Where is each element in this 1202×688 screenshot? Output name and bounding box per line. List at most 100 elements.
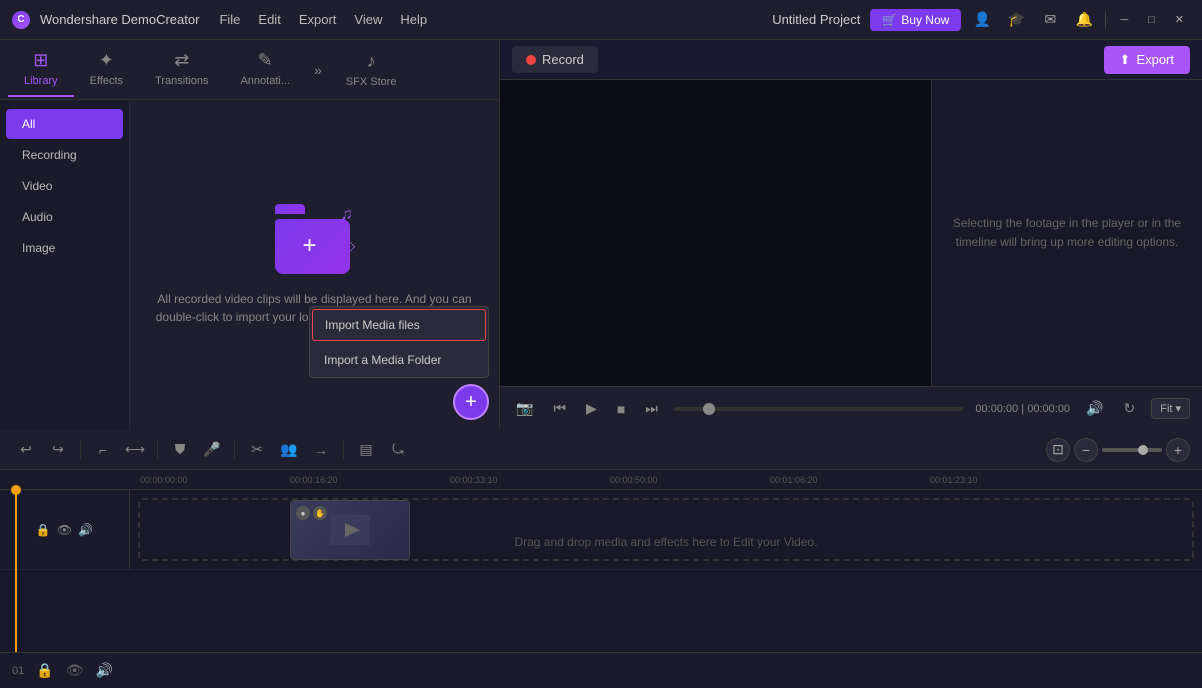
import-files-option[interactable]: Import Media files	[312, 309, 486, 341]
drag-drop-message: Drag and drop media and effects here to …	[130, 535, 1202, 549]
camera-button[interactable]: 📷	[512, 398, 537, 419]
ruler-mark-5: 00:01:23:10	[930, 475, 978, 485]
record-dot-icon	[526, 55, 536, 65]
timeline-ruler: 00:00:00:00 00:00:16:20 00:00:33:10 00:0…	[0, 470, 1202, 490]
toolbar-sep-2	[157, 441, 158, 459]
menu-file[interactable]: File	[219, 12, 240, 27]
player-controls: 📷 ⏮ ▶ ■ ⏭ 00:00:00 | 00:00:00 🔊 ↻ Fit ▾	[500, 386, 1202, 430]
media-area: ♪ 🏷 + ♫ All recorded video clips will be…	[130, 100, 499, 430]
undo-button[interactable]: ↩	[12, 436, 40, 464]
menu-edit[interactable]: Edit	[258, 12, 280, 27]
toolbar: ↩ ↪ ⌐ ⟷ ⛊ 🎤 ✂ 👥 → ▤ ⤿ ⊡ − +	[0, 430, 1202, 470]
menu-help[interactable]: Help	[400, 12, 427, 27]
play-button[interactable]: ▶	[582, 398, 601, 419]
sidebar-item-image[interactable]: Image	[6, 233, 123, 263]
crop-button[interactable]: ⌐	[89, 436, 117, 464]
ruler-mark-4: 00:01:06:20	[770, 475, 818, 485]
import-plus-button[interactable]: +	[453, 384, 489, 420]
eye-icon: 👁	[57, 523, 72, 537]
tab-bar: ⊞ Library ✦ Effects ⇄ Transitions ✎ Anno…	[0, 40, 499, 100]
mic-button[interactable]: 🎤	[198, 436, 226, 464]
media-folder-icon: ♪ 🏷 + ♫	[275, 204, 355, 274]
sidebar: All Recording Video Audio Image	[0, 100, 130, 430]
volume-bottom-icon[interactable]: 🔊	[95, 662, 112, 679]
fit-dropdown-button[interactable]: Fit ▾	[1151, 398, 1190, 419]
arrow-button[interactable]: →	[307, 436, 335, 464]
sidebar-item-audio[interactable]: Audio	[6, 202, 123, 232]
sfx-icon: ♪	[367, 51, 376, 72]
clip-icons: ● ✋	[296, 506, 327, 520]
zoom-slider[interactable]	[1102, 448, 1162, 452]
volume-icon: 🔊	[78, 523, 93, 537]
grid-button[interactable]: ▤	[352, 436, 380, 464]
preview-side-panel: Selecting the footage in the player or i…	[932, 80, 1202, 386]
import-dropdown-menu: Import Media files Import a Media Folder	[309, 306, 489, 378]
zoom-in-button[interactable]: +	[1166, 438, 1190, 462]
import-folder-option[interactable]: Import a Media Folder	[310, 343, 488, 377]
cap-icon-button[interactable]: 🎓	[1003, 7, 1029, 33]
split-button[interactable]: ⟷	[121, 436, 149, 464]
playhead-head	[11, 485, 21, 495]
annotations-icon: ✎	[258, 50, 273, 71]
group-button[interactable]: 👥	[275, 436, 303, 464]
maximize-button[interactable]: □	[1142, 14, 1161, 26]
auto-button[interactable]: ⤿	[384, 436, 412, 464]
left-panel: ⊞ Library ✦ Effects ⇄ Transitions ✎ Anno…	[0, 40, 500, 430]
cut-button[interactable]: ✂	[243, 436, 271, 464]
title-bar: C Wondershare DemoCreator File Edit Expo…	[0, 0, 1202, 40]
preview-video	[500, 80, 931, 386]
tab-effects[interactable]: ✦ Effects	[74, 42, 139, 97]
zoom-out-button[interactable]: −	[1074, 438, 1098, 462]
preview-main	[500, 80, 932, 386]
sidebar-item-recording[interactable]: Recording	[6, 140, 123, 170]
volume-button[interactable]: 🔊	[1082, 398, 1107, 419]
export-button[interactable]: ⬆ Export	[1104, 46, 1190, 74]
record-button[interactable]: Record	[512, 46, 598, 73]
ruler-mark-0: 00:00:00:00	[140, 475, 188, 485]
time-display: 00:00:00 | 00:00:00	[975, 403, 1070, 415]
bell-icon-button[interactable]: 🔔	[1071, 7, 1097, 33]
progress-track[interactable]	[674, 407, 964, 411]
tab-transitions[interactable]: ⇄ Transitions	[139, 42, 224, 97]
mail-icon-button[interactable]: ✉	[1037, 7, 1063, 33]
tab-library[interactable]: ⊞ Library	[8, 42, 74, 97]
stop-button[interactable]: ■	[613, 399, 629, 419]
note-icon: ♫	[341, 206, 353, 224]
skip-back-button[interactable]: ⏮	[549, 398, 570, 419]
player-timeline	[674, 407, 964, 411]
export-icon: ⬆	[1120, 52, 1131, 68]
folder-tab	[275, 204, 305, 214]
tab-more-button[interactable]: »	[306, 62, 330, 78]
minimize-button[interactable]: ─	[1114, 14, 1134, 26]
buy-now-button[interactable]: 🛒 Buy Now	[870, 9, 961, 31]
zoom-slider-thumb	[1138, 445, 1148, 455]
sidebar-item-all[interactable]: All	[6, 109, 123, 139]
skip-forward-button[interactable]: ⏭	[641, 398, 662, 419]
menu-export[interactable]: Export	[299, 12, 337, 27]
redo-button[interactable]: ↪	[44, 436, 72, 464]
tab-sfxstore[interactable]: ♪ SFX Store	[330, 43, 413, 96]
titlebar-separator	[1105, 12, 1106, 28]
toolbar-sep-3	[234, 441, 235, 459]
zoom-fit-button[interactable]: ⊡	[1046, 438, 1070, 462]
transitions-icon: ⇄	[174, 50, 189, 71]
eye-bottom-icon[interactable]: 👁	[66, 662, 84, 679]
media-clip[interactable]: ● ✋	[290, 500, 410, 560]
right-panel: Record ⬆ Export Selecting the footage in…	[500, 40, 1202, 430]
effects-icon: ✦	[99, 50, 114, 71]
close-button[interactable]: ✕	[1169, 13, 1190, 26]
bottom-area: ↩ ↪ ⌐ ⟷ ⛊ 🎤 ✂ 👥 → ▤ ⤿ ⊡ − +	[0, 430, 1202, 688]
account-icon-button[interactable]: 👤	[969, 7, 995, 33]
ruler-mark-2: 00:00:33:10	[450, 475, 498, 485]
loop-button[interactable]: ↻	[1120, 398, 1140, 419]
tab-annotations[interactable]: ✎ Annotati...	[224, 42, 306, 97]
menu-view[interactable]: View	[354, 12, 382, 27]
chevron-down-icon: ▾	[1175, 402, 1181, 415]
sidebar-item-video[interactable]: Video	[6, 171, 123, 201]
left-content: All Recording Video Audio Image	[0, 100, 499, 430]
track-content-1[interactable]: ● ✋ Drag and drop media and effects here…	[130, 490, 1202, 569]
main-layout: ⊞ Library ✦ Effects ⇄ Transitions ✎ Anno…	[0, 40, 1202, 688]
lock-bottom-icon[interactable]: 🔒	[36, 662, 53, 679]
mask-button[interactable]: ⛊	[166, 436, 194, 464]
clip-icon-1: ●	[296, 506, 310, 520]
